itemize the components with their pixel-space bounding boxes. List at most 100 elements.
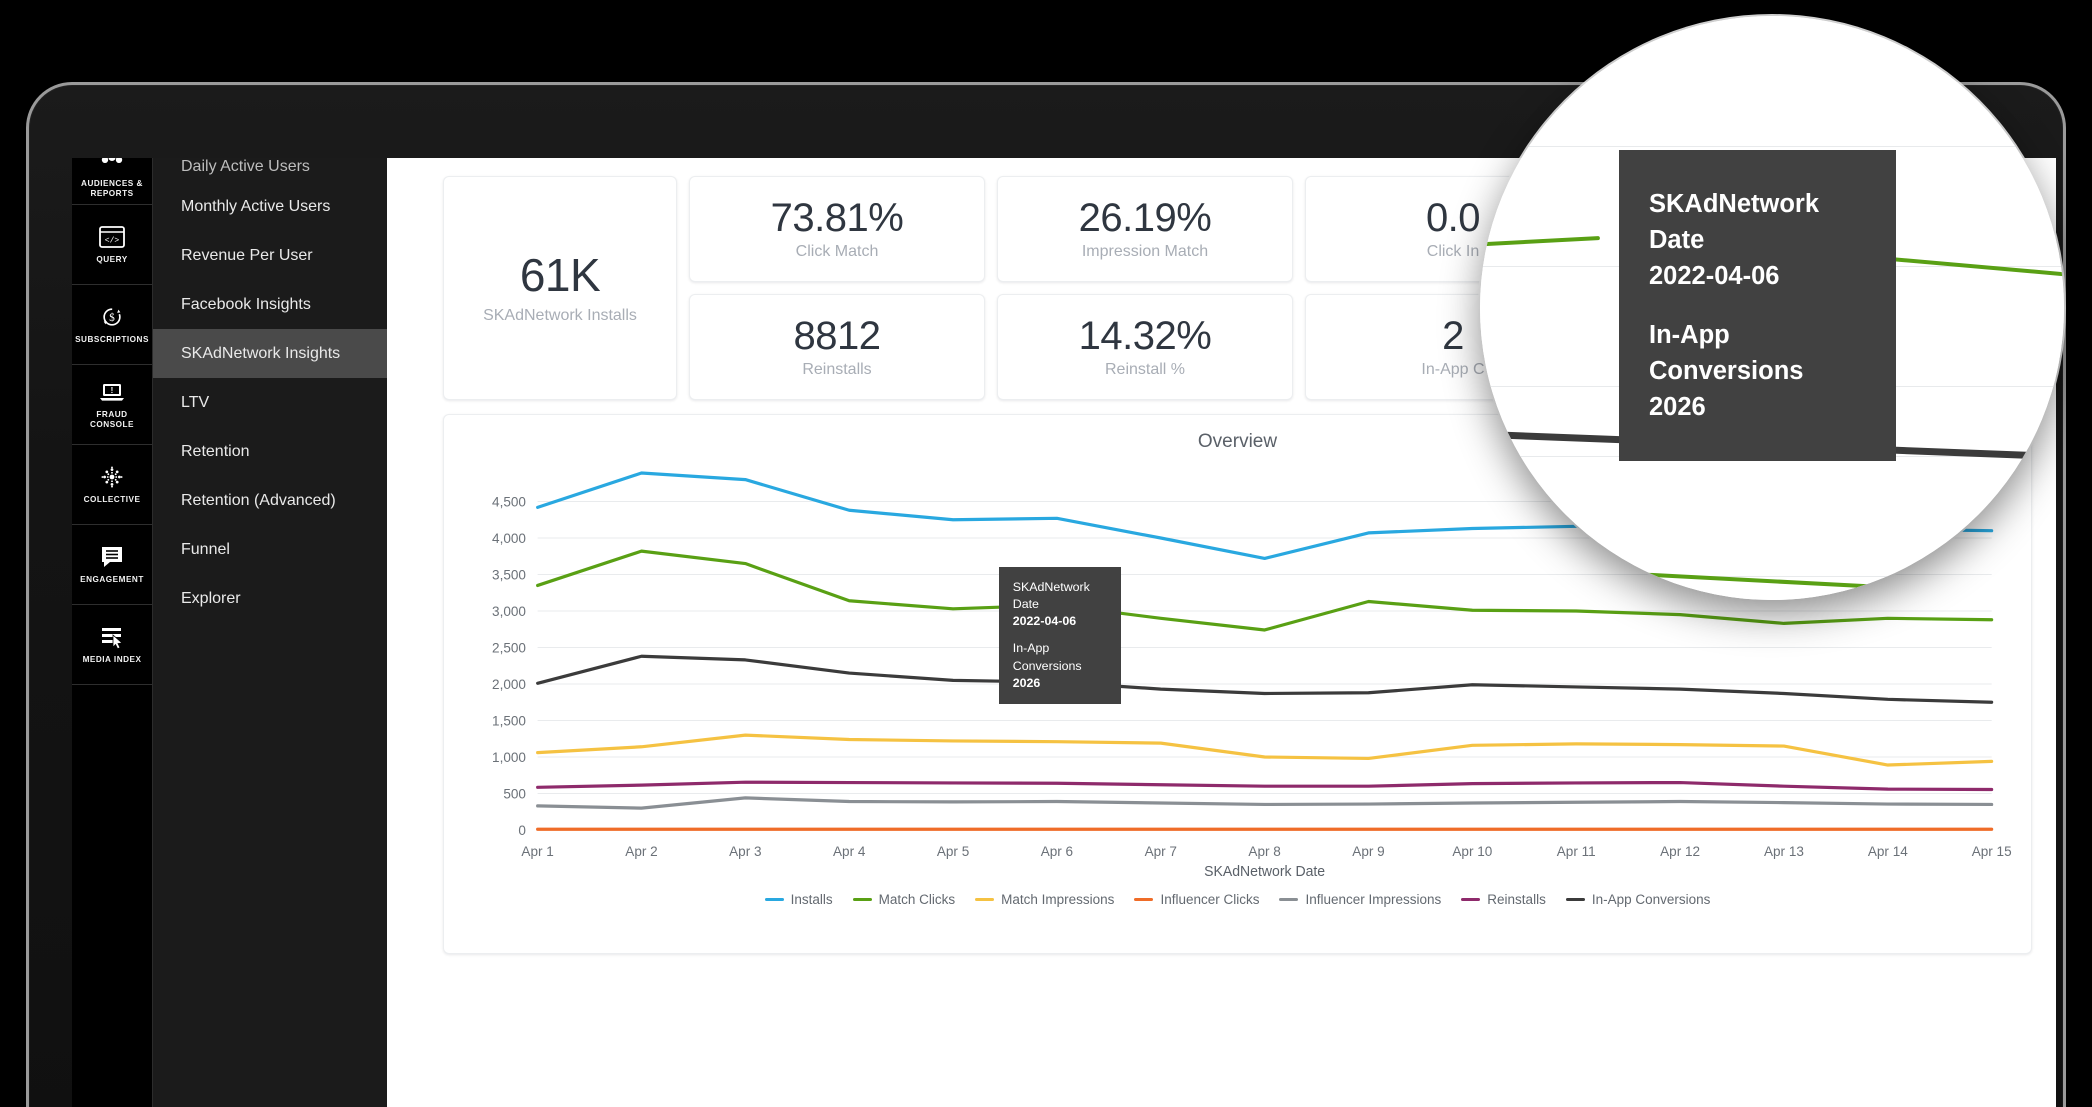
y-axis-tick-label: 4,500 (492, 494, 526, 509)
sidebar-item-revenue-per-user[interactable]: Revenue Per User (153, 231, 387, 280)
y-axis-tick-label: 1,500 (492, 713, 526, 728)
rail-label: MEDIA INDEX (82, 654, 142, 664)
kpi-label: Reinstall % (1104, 361, 1186, 378)
tooltip-date-label: SKAdNetwork Date (1649, 190, 1820, 255)
kpi-card-reinstall-pct[interactable]: 14.32% Reinstall % (997, 294, 1293, 400)
x-axis-tick-label: Apr 15 (1972, 844, 2012, 859)
kpi-card-skadnetwork-installs[interactable]: 61K SKAdNetwork Installs (443, 176, 677, 400)
sidebar-item-retention-advanced[interactable]: Retention (Advanced) (153, 476, 387, 525)
sidebar-item-explorer[interactable]: Explorer (153, 574, 387, 623)
legend-swatch (975, 898, 995, 901)
sidebar-item-retention[interactable]: Retention (153, 427, 387, 476)
x-axis-tick-label: Apr 8 (1248, 844, 1281, 859)
magnifier-lens: SKAdNetwork Date 2022-04-06 In-App Conve… (1480, 16, 2064, 600)
kpi-value: 2 (1442, 314, 1464, 358)
legend-label: Influencer Clicks (1160, 892, 1260, 907)
sidebar-item-facebook-insights[interactable]: Facebook Insights (153, 280, 387, 329)
legend-label: Influencer Impressions (1305, 892, 1442, 907)
y-axis-tick-label: 0 (518, 823, 526, 838)
kpi-label: Click Match (795, 243, 879, 260)
sidebar-item-daily-active-users[interactable]: Daily Active Users (153, 158, 387, 182)
sidebar-item-funnel[interactable]: Funnel (153, 525, 387, 574)
sidebar-item-skadnetwork-insights[interactable]: SKAdNetwork Insights (153, 329, 387, 378)
svg-text:!: ! (111, 386, 114, 395)
rail-label: FRAUD CONSOLE (90, 410, 134, 429)
legend-item-match-clicks[interactable]: Match Clicks (852, 892, 956, 907)
legend-item-in-app-conversions[interactable]: In-App Conversions (1565, 892, 1710, 907)
x-axis-tick-label: Apr 6 (1041, 844, 1074, 859)
legend-swatch (764, 898, 784, 901)
legend-item-reinstalls[interactable]: Reinstalls (1461, 892, 1546, 907)
y-axis-tick-label: 3,500 (492, 567, 526, 582)
x-axis-title: SKAdNetwork Date (1204, 864, 1325, 880)
kpi-value: 26.19% (1078, 196, 1212, 240)
sidebar-item-label: Revenue Per User (181, 246, 313, 264)
sidebar-item-label: Daily Active Users (181, 158, 310, 175)
kpi-card-impression-match[interactable]: 26.19% Impression Match (997, 176, 1293, 282)
rail-item-query[interactable]: </> QUERY (72, 205, 152, 285)
series-line-influencer-impressions (536, 796, 1994, 810)
chat-lines-icon (99, 545, 125, 569)
series-line-installs (1721, 16, 2019, 39)
rail-label: AUDIENCES & REPORTS (81, 179, 143, 198)
gridline (1480, 146, 2064, 147)
x-axis-tick-label: Apr 10 (1452, 844, 1492, 859)
sidebar-item-label: Explorer (181, 589, 241, 607)
primary-icon-rail: AUDIENCES & REPORTS </> QUERY $ SUBSCRIP… (72, 158, 153, 1107)
rail-item-collective[interactable]: COLLECTIVE (72, 445, 152, 525)
legend-swatch (1461, 898, 1481, 901)
sidebar-item-label: Funnel (181, 540, 230, 558)
magnifier-content: SKAdNetwork Date 2022-04-06 In-App Conve… (1480, 16, 2064, 600)
x-axis-tick-label: Apr 5 (937, 844, 970, 859)
legend-swatch (1565, 898, 1585, 901)
gridline (1480, 576, 2064, 577)
x-axis-tick-label: Apr 2 (625, 844, 657, 859)
legend-item-installs[interactable]: Installs (764, 892, 833, 907)
kpi-value: 0.0 (1425, 196, 1481, 240)
kpi-card-click-match[interactable]: 73.81% Click Match (689, 176, 985, 282)
kpi-value: 8812 (793, 314, 881, 358)
rail-label: SUBSCRIPTIONS (75, 334, 149, 344)
x-axis-tick-label: Apr 11 (1557, 844, 1596, 859)
x-axis-tick-label: Apr 4 (833, 844, 866, 859)
sidebar-item-label: Monthly Active Users (181, 197, 331, 215)
x-axis-tick-label: Apr 7 (1145, 844, 1177, 859)
code-window-icon: </> (99, 225, 125, 249)
sidebar-item-monthly-active-users[interactable]: Monthly Active Users (153, 182, 387, 231)
legend-swatch (852, 898, 872, 901)
series-line-installs (1480, 484, 1541, 492)
x-axis-tick-label: Apr 9 (1352, 844, 1384, 859)
x-axis-tick-label: Apr 1 (521, 844, 553, 859)
rail-item-subscriptions[interactable]: $ SUBSCRIPTIONS (72, 285, 152, 365)
rail-item-fraud-console[interactable]: ! FRAUD CONSOLE (72, 365, 152, 445)
rail-item-engagement[interactable]: ENGAGEMENT (72, 525, 152, 605)
legend-item-influencer-impressions[interactable]: Influencer Impressions (1279, 892, 1441, 907)
magnified-tooltip: SKAdNetwork Date 2022-04-06 In-App Conve… (1619, 150, 1896, 462)
list-cursor-icon (99, 625, 125, 649)
rail-item-audiences-reports[interactable]: AUDIENCES & REPORTS (72, 158, 152, 205)
x-axis-tick-label: Apr 12 (1660, 844, 1700, 859)
series-line-match-clicks (1480, 236, 1601, 248)
chart-legend: Installs Match Clicks Match Impressions Inf… (462, 892, 2013, 907)
audiences-icon (99, 158, 125, 173)
y-axis-tick-label: 4,000 (492, 531, 526, 546)
sidebar-item-label: LTV (181, 393, 210, 411)
series-line-in-app-conversions (536, 654, 1994, 704)
kpi-card-reinstalls[interactable]: 8812 Reinstalls (689, 294, 985, 400)
series-line-match-clicks (1550, 567, 1870, 589)
y-axis-tick-label: 500 (503, 786, 526, 801)
legend-label: Match Clicks (878, 892, 956, 907)
legend-swatch (1279, 898, 1299, 901)
y-axis-tick-label: 2,000 (492, 677, 526, 692)
legend-item-influencer-clicks[interactable]: Influencer Clicks (1134, 892, 1259, 907)
tooltip-metric-label: In-App Conversions (1649, 320, 1804, 385)
rail-item-media-index[interactable]: MEDIA INDEX (72, 605, 152, 685)
y-axis-tick-label: 2,500 (492, 640, 526, 655)
laptop-alert-icon: ! (99, 380, 125, 404)
sidebar-item-label: Retention (181, 442, 250, 460)
legend-item-match-impressions[interactable]: Match Impressions (975, 892, 1114, 907)
sidebar-item-ltv[interactable]: LTV (153, 378, 387, 427)
series-line-match-impressions (536, 733, 1994, 767)
kpi-col-impression-match: 26.19% Impression Match 14.32% Reinstall… (997, 176, 1293, 400)
kpi-label: SKAdNetwork Installs (483, 307, 637, 325)
